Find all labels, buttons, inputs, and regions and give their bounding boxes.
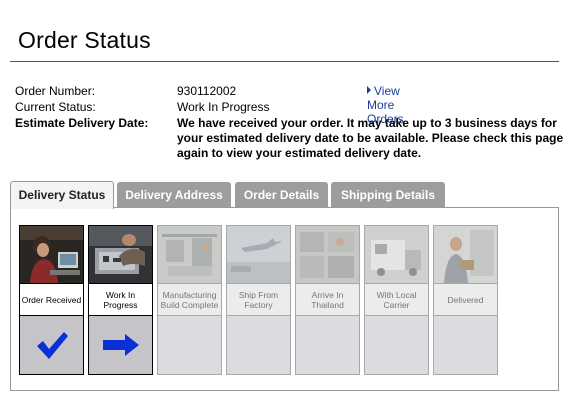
manufacturing-photo (158, 226, 221, 283)
delivery-status-panel: Order Received Work In Progress Manufact… (10, 207, 559, 391)
with-local-carrier-photo (365, 226, 428, 283)
step-work-in-progress: Work In Progress (88, 225, 153, 375)
step-label: Delivered (434, 283, 497, 316)
step-status (89, 316, 152, 374)
step-label: Order Received (20, 283, 83, 316)
step-order-received: Order Received (19, 225, 84, 375)
order-number-value: 930112002 (177, 84, 237, 98)
arrow-right-icon (102, 334, 139, 356)
step-status (365, 316, 428, 374)
work-in-progress-photo (89, 226, 152, 283)
order-number-label: Order Number: (15, 84, 96, 98)
caret-right-icon (367, 86, 371, 94)
view-more-orders-label: View More Orders (367, 84, 404, 126)
step-label: Work In Progress (89, 283, 152, 316)
step-with-local-carrier: With Local Carrier (364, 225, 429, 375)
step-label: Manufacturing Build Complete (158, 283, 221, 316)
view-more-orders-link[interactable]: View More Orders (367, 84, 404, 126)
title-divider (10, 61, 559, 62)
step-label: With Local Carrier (365, 283, 428, 316)
estimate-delivery-label: Estimate Delivery Date: (15, 116, 149, 130)
checkmark-icon (36, 332, 68, 359)
tab-shipping-details[interactable]: Shipping Details (331, 182, 445, 208)
step-status (227, 316, 290, 374)
step-manufacturing-build-complete: Manufacturing Build Complete (157, 225, 222, 375)
page-title: Order Status (18, 27, 151, 53)
current-status-value: Work In Progress (177, 100, 270, 114)
tab-delivery-address[interactable]: Delivery Address (117, 182, 231, 208)
tab-order-details[interactable]: Order Details (235, 182, 328, 208)
step-label: Ship From Factory (227, 283, 290, 316)
step-status (20, 316, 83, 374)
step-status (296, 316, 359, 374)
order-received-photo (20, 226, 83, 283)
arrive-in-thailand-photo (296, 226, 359, 283)
step-arrive-in-thailand: Arrive In Thailand (295, 225, 360, 375)
ship-from-factory-photo (227, 226, 290, 283)
step-label: Arrive In Thailand (296, 283, 359, 316)
step-ship-from-factory: Ship From Factory (226, 225, 291, 375)
tab-delivery-status[interactable]: Delivery Status (10, 181, 114, 209)
step-delivered: Delivered (433, 225, 498, 375)
current-status-label: Current Status: (15, 100, 96, 114)
step-status (158, 316, 221, 374)
delivered-photo (434, 226, 497, 283)
step-status (434, 316, 497, 374)
